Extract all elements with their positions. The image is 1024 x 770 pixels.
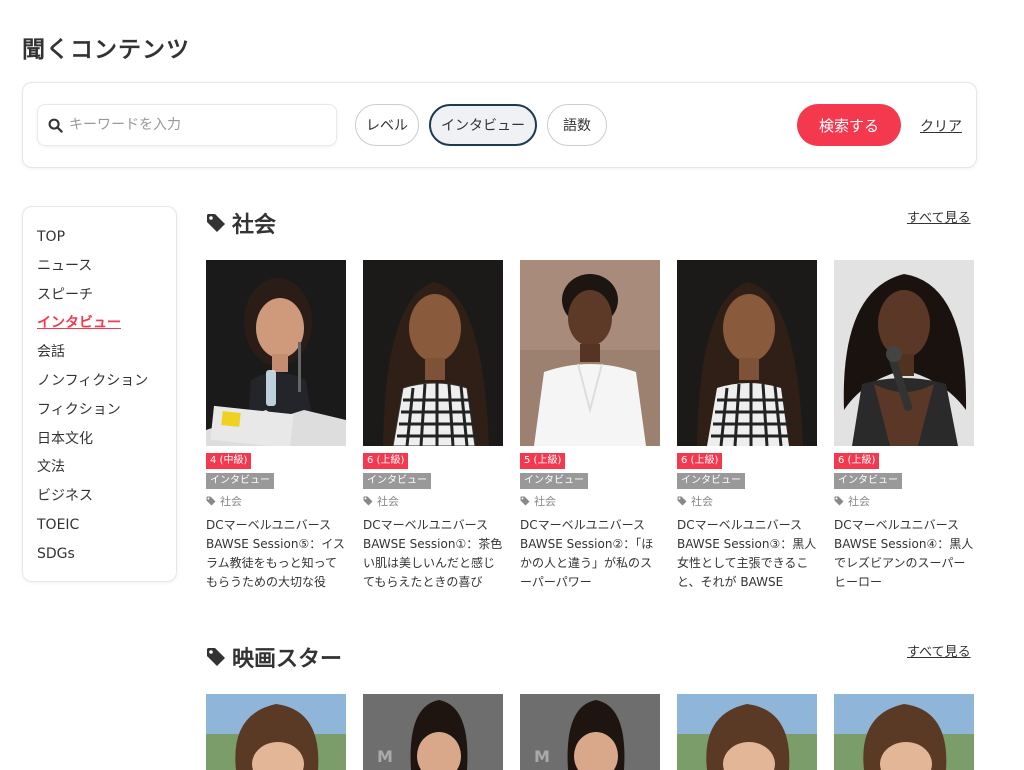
tag-icon	[520, 496, 530, 506]
svg-text:M: M	[534, 747, 550, 766]
portrait-image	[834, 260, 974, 446]
card-thumbnail[interactable]	[520, 260, 660, 446]
content-card[interactable]: 6 (上級) インタビュー 社会 DCマーベルユニバース BAWSE Sessi…	[363, 260, 503, 592]
level-filter-button[interactable]: レベル	[355, 104, 419, 146]
content-card[interactable]: M	[520, 694, 660, 770]
level-badge: 6 (上級)	[677, 453, 723, 469]
section-title: 社会	[232, 213, 277, 238]
genre-badge: インタビュー	[677, 473, 745, 489]
card-thumbnail[interactable]	[834, 260, 974, 446]
card-tag-label: 社会	[220, 495, 242, 508]
portrait-image: M	[363, 694, 503, 770]
card-title[interactable]: DCマーベルユニバース BAWSE Session⑤：イスラム教徒をもっと知って…	[206, 516, 346, 592]
genre-badge: インタビュー	[834, 473, 902, 489]
tag-icon	[207, 648, 225, 666]
sidebar-item-toeic[interactable]: TOEIC	[37, 513, 176, 542]
sidebar-item-sdgs[interactable]: SDGs	[37, 542, 176, 571]
card-thumbnail[interactable]	[206, 694, 346, 770]
page-title: 聞くコンテンツ	[22, 37, 190, 63]
portrait-image	[677, 260, 817, 446]
card-thumbnail[interactable]	[834, 694, 974, 770]
level-badge: 6 (上級)	[363, 453, 409, 469]
content-card[interactable]: 6 (上級) インタビュー 社会 DCマーベルユニバース BAWSE Sessi…	[834, 260, 974, 592]
card-category-tag[interactable]: 社会	[834, 493, 974, 509]
card-thumbnail[interactable]: M	[520, 694, 660, 770]
content-card[interactable]	[834, 694, 974, 770]
card-category-tag[interactable]: 社会	[363, 493, 503, 509]
svg-text:M: M	[377, 747, 393, 766]
tag-icon	[363, 496, 373, 506]
card-title[interactable]: DCマーベルユニバース BAWSE Session③：黒人女性として主張できるこ…	[677, 516, 817, 592]
card-category-tag[interactable]: 社会	[520, 493, 660, 509]
card-tag-label: 社会	[848, 495, 870, 508]
genre-badge: インタビュー	[206, 473, 274, 489]
genre-badge: インタビュー	[520, 473, 588, 489]
section-title: 映画スター	[232, 647, 343, 672]
tag-icon	[206, 496, 216, 506]
card-thumbnail[interactable]	[677, 260, 817, 446]
sidebar-item-conversation[interactable]: 会話	[37, 340, 176, 369]
sidebar-item-fiction[interactable]: フィクション	[37, 398, 176, 427]
card-category-tag[interactable]: 社会	[206, 493, 346, 509]
card-tag-label: 社会	[691, 495, 713, 508]
card-thumbnail[interactable]	[677, 694, 817, 770]
card-thumbnail[interactable]	[363, 260, 503, 446]
section-header-society: 社会	[206, 207, 276, 239]
sidebar-item-japanese-culture[interactable]: 日本文化	[37, 427, 176, 456]
sidebar-item-grammar[interactable]: 文法	[37, 455, 176, 484]
card-thumbnail[interactable]: M	[363, 694, 503, 770]
sidebar-item-top[interactable]: TOP	[37, 225, 176, 254]
search-box[interactable]	[37, 104, 337, 146]
sidebar-item-business[interactable]: ビジネス	[37, 484, 176, 513]
content-card[interactable]: 4 (中級) インタビュー 社会 DCマーベルユニバース BAWSE Sessi…	[206, 260, 346, 592]
portrait-image	[677, 694, 817, 770]
category-sidebar: TOP ニュース スピーチ インタビュー 会話 ノンフィクション フィクション …	[22, 206, 177, 582]
search-button[interactable]: 検索する	[797, 104, 901, 146]
card-tag-label: 社会	[377, 495, 399, 508]
card-row: 4 (中級) インタビュー 社会 DCマーベルユニバース BAWSE Sessi…	[206, 260, 974, 592]
tag-icon	[677, 496, 687, 506]
section-header-movie-stars: 映画スター	[206, 641, 342, 673]
content-card[interactable]: 5 (上級) インタビュー 社会 DCマーベルユニバース BAWSE Sessi…	[520, 260, 660, 592]
card-title[interactable]: DCマーベルユニバース BAWSE Session②：「ほかの人と違う」が私のス…	[520, 516, 660, 592]
search-input[interactable]	[69, 117, 309, 133]
clear-link[interactable]: クリア	[920, 116, 962, 136]
genre-badge: インタビュー	[363, 473, 431, 489]
content-card[interactable]: M	[363, 694, 503, 770]
card-thumbnail[interactable]	[206, 260, 346, 446]
genre-filter-button[interactable]: インタビュー	[429, 104, 537, 146]
portrait-image	[363, 260, 503, 446]
search-panel: レベル インタビュー 語数 検索する クリア	[22, 82, 977, 168]
content-card[interactable]	[677, 694, 817, 770]
card-title[interactable]: DCマーベルユニバース BAWSE Session①：茶色い肌は美しいんだと感じ…	[363, 516, 503, 592]
level-badge: 5 (上級)	[520, 453, 566, 469]
card-title[interactable]: DCマーベルユニバース BAWSE Session④：黒人でレズビアンのスーパー…	[834, 516, 974, 592]
see-all-link[interactable]: すべて見る	[907, 207, 971, 226]
level-badge: 6 (上級)	[834, 453, 880, 469]
portrait-image: M	[520, 694, 660, 770]
content-card[interactable]: 6 (上級) インタビュー 社会 DCマーベルユニバース BAWSE Sessi…	[677, 260, 817, 592]
content-card[interactable]	[206, 694, 346, 770]
sidebar-item-interview[interactable]: インタビュー	[37, 311, 176, 340]
sidebar-item-speech[interactable]: スピーチ	[37, 283, 176, 312]
sidebar-item-nonfiction[interactable]: ノンフィクション	[37, 369, 176, 398]
tag-icon	[207, 214, 225, 232]
see-all-link[interactable]: すべて見る	[907, 641, 971, 660]
card-category-tag[interactable]: 社会	[677, 493, 817, 509]
level-badge: 4 (中級)	[206, 453, 252, 469]
portrait-image	[206, 694, 346, 770]
portrait-image	[520, 260, 660, 446]
card-tag-label: 社会	[534, 495, 556, 508]
card-row: M M	[206, 694, 974, 770]
portrait-image	[834, 694, 974, 770]
word-count-filter-button[interactable]: 語数	[547, 104, 607, 146]
search-icon	[48, 118, 63, 133]
portrait-image	[206, 260, 346, 446]
tag-icon	[834, 496, 844, 506]
sidebar-item-news[interactable]: ニュース	[37, 254, 176, 283]
